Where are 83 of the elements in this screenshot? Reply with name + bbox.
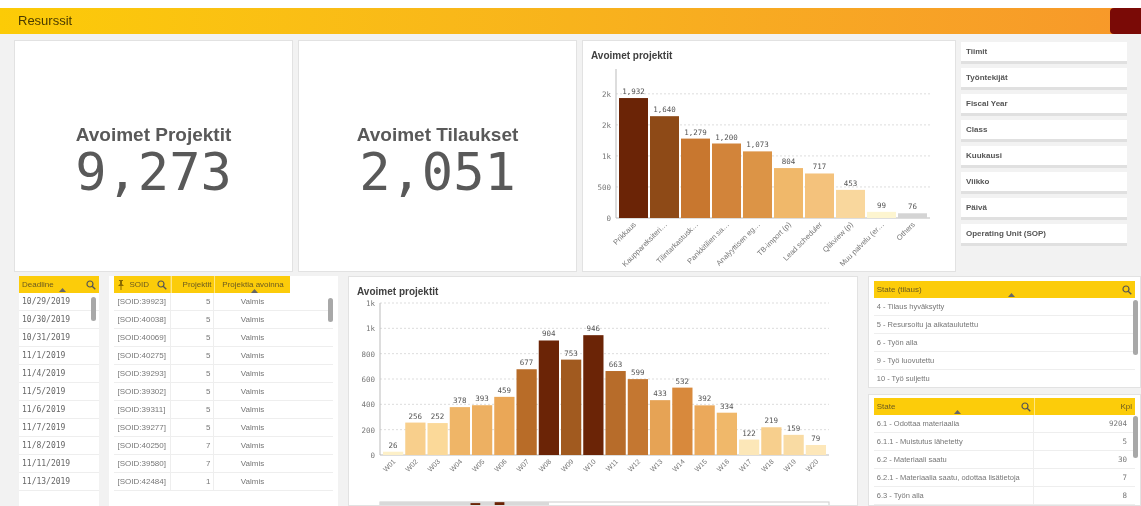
table-cell-text: Valmis	[239, 385, 266, 398]
table-cell: 5	[171, 311, 215, 328]
table-cell-text: Valmis	[239, 313, 266, 326]
scrollbar-thumb[interactable]	[91, 297, 97, 321]
column-header[interactable]: State	[873, 398, 1034, 415]
header-block	[1110, 8, 1141, 34]
sort-icon	[251, 289, 259, 293]
filter-pane[interactable]: Class	[961, 120, 1127, 142]
table-cell: [SOID:39302]	[114, 383, 172, 400]
table-cell: 7	[171, 455, 215, 472]
table-cell: 11/7/2019	[19, 419, 100, 437]
table-cell: 5	[171, 293, 215, 310]
table-cell: [SOID:39580]	[114, 455, 172, 472]
table-cell: 11/5/2019	[19, 383, 100, 401]
search-icon[interactable]	[1020, 401, 1031, 412]
table-cell-text: Valmis	[239, 421, 266, 434]
search-icon[interactable]	[157, 279, 168, 290]
table-cell: [SOID:39277]	[114, 419, 172, 436]
table-cell: [SOID:40038]	[114, 311, 172, 328]
table-cell: 10/31/2019	[19, 329, 100, 347]
table-cell: [SOID:39923]	[114, 293, 172, 310]
table-cell: 11/8/2019	[19, 437, 100, 455]
sort-icon	[59, 288, 66, 292]
column-header[interactable]: Projektit	[171, 276, 215, 293]
table-cell-text: Valmis	[239, 367, 266, 380]
table-cell: 5	[171, 347, 215, 364]
table-cell-text: Valmis	[239, 475, 266, 488]
filter-pane[interactable]: Operating Unit (SOP)	[961, 224, 1127, 246]
scrollbar-thumb[interactable]	[1133, 300, 1138, 355]
table-cell: [SOID:39311]	[114, 401, 172, 418]
table-cell: 5	[171, 401, 215, 418]
header-label: State	[876, 400, 896, 413]
list-header[interactable]: State (tilaus)	[873, 281, 1135, 298]
filter-pane[interactable]: Viikko	[961, 172, 1127, 194]
kpi-label: Avoimet Tilaukset	[356, 124, 519, 144]
table-cell: [SOID:39293]	[114, 365, 172, 382]
table-cell: 5	[171, 365, 215, 382]
header-label: State (tilaus)	[876, 283, 922, 296]
table-cell-text: Valmis	[239, 457, 266, 470]
kpi-label: Avoimet Projektit	[75, 124, 232, 144]
table-cell: 5	[171, 329, 215, 346]
table-cell: 11/4/2019	[19, 365, 100, 383]
chart-title: Avoimet projektit	[590, 49, 674, 61]
table-cell: 11/11/2019	[19, 455, 100, 473]
header-label: Projektia avoinna	[222, 278, 284, 291]
table-cell-text: Valmis	[239, 439, 266, 452]
page-title: Resurssit	[18, 12, 73, 31]
sort-icon	[1007, 293, 1015, 297]
filter-pane[interactable]: Kuukausi	[961, 146, 1127, 168]
header-label: Deadline	[22, 278, 54, 291]
header-label: SOID	[129, 278, 151, 291]
table-cell-text: Valmis	[239, 403, 266, 416]
table-cell: [SOID:40250]	[114, 437, 172, 454]
table-cell: 5	[171, 383, 215, 400]
table-cell-text: Valmis	[239, 295, 266, 308]
kpi-value: 2,051	[359, 145, 516, 198]
table-cell: [SOID:40275]	[114, 347, 172, 364]
column-header[interactable]: SOID	[114, 276, 172, 293]
table-cell: 1	[171, 473, 215, 490]
table-cell-text: Valmis	[239, 349, 266, 362]
kpi-value: 9,273	[75, 145, 232, 198]
filter-pane[interactable]: Tiimit	[961, 42, 1127, 64]
search-icon[interactable]	[1122, 284, 1132, 295]
table-cell: 11/13/2019	[19, 473, 100, 491]
table-cell: 11/1/2019	[19, 347, 100, 365]
pin-icon	[117, 279, 126, 290]
filter-pane[interactable]: Fiscal Year	[961, 94, 1127, 116]
scrollbar-thumb[interactable]	[1133, 416, 1138, 458]
table-cell: [SOID:42484]	[114, 473, 172, 490]
table-cell: 7	[171, 437, 215, 454]
column-header[interactable]: Deadline	[19, 276, 100, 293]
table-cell: [SOID:40069]	[114, 329, 172, 346]
search-icon[interactable]	[86, 279, 97, 290]
column-header[interactable]: Projektia avoinna	[214, 276, 291, 293]
chart-title: Avoimet projektit	[356, 285, 440, 297]
scrollbar-thumb[interactable]	[328, 298, 333, 322]
table-cell: 11/6/2019	[19, 401, 100, 419]
sort-icon	[953, 410, 961, 414]
column-header[interactable]: Kpl	[1033, 398, 1135, 415]
table-cell-text: Valmis	[239, 331, 266, 344]
table-cell: 5	[171, 419, 215, 436]
filter-pane[interactable]: Työntekijät	[961, 68, 1127, 90]
filter-pane[interactable]: Päivä	[961, 198, 1127, 220]
